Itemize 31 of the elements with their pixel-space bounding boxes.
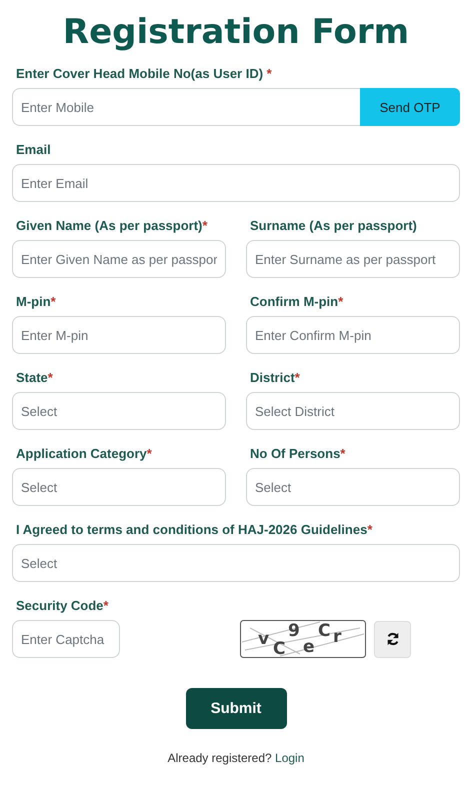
input-field[interactable]: Enter Email bbox=[12, 164, 460, 202]
field-label: I Agreed to terms and conditions of HAJ-2026 Guidelines* bbox=[15, 522, 374, 538]
field-label: District* bbox=[249, 370, 301, 386]
refresh-button[interactable] bbox=[374, 620, 411, 658]
login-link[interactable]: Login bbox=[275, 751, 304, 765]
input-field[interactable]: Select bbox=[12, 468, 226, 506]
submit-button[interactable]: Submit bbox=[186, 688, 286, 729]
field-label: No Of Persons* bbox=[249, 446, 346, 462]
form-title: Registration Form bbox=[62, 11, 410, 54]
send-otp-button[interactable]: Send OTP bbox=[360, 88, 460, 126]
field-label: M-pin* bbox=[15, 294, 57, 310]
input-field[interactable]: Enter Surname as per passport bbox=[246, 240, 460, 278]
mobile-field[interactable]: Enter Mobile bbox=[12, 88, 360, 126]
field-label: Confirm M-pin* bbox=[249, 294, 344, 310]
input-field[interactable]: Select bbox=[246, 468, 460, 506]
field-label: Application Category* bbox=[15, 446, 153, 462]
input-field[interactable]: Select District bbox=[246, 392, 460, 430]
input-field[interactable]: Enter Given Name as per passpor bbox=[12, 240, 226, 278]
input-field[interactable]: Enter M-pin bbox=[12, 316, 226, 354]
captcha-field[interactable]: Enter Captcha bbox=[12, 620, 120, 658]
refresh-icon bbox=[386, 632, 400, 646]
input-field[interactable]: Enter Confirm M-pin bbox=[246, 316, 460, 354]
field-label: Enter Cover Head Mobile No(as User ID) * bbox=[15, 66, 273, 82]
input-field[interactable]: Select bbox=[12, 392, 226, 430]
login-prompt: Already registered? Login bbox=[166, 751, 306, 765]
input-field[interactable]: Select bbox=[12, 544, 460, 582]
field-label: State* bbox=[15, 370, 54, 386]
field-label: Given Name (As per passport)* bbox=[15, 218, 208, 234]
field-label: Email bbox=[15, 142, 52, 158]
field-label: Surname (As per passport) bbox=[249, 218, 418, 234]
field-label: Security Code* bbox=[15, 598, 110, 614]
